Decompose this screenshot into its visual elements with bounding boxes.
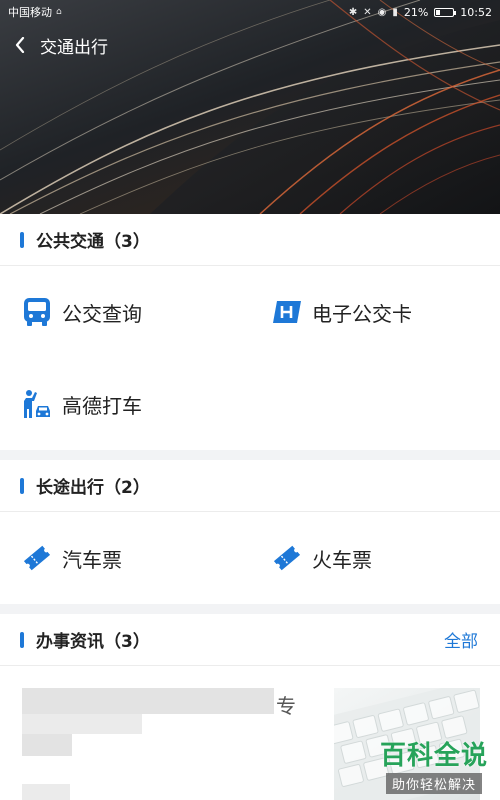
watermark-title: 百科全说 [379, 740, 488, 771]
section-accent-bar [20, 477, 24, 494]
section-header: 办事资讯（3） 全部 [0, 614, 500, 666]
item-label: 火车票 [312, 547, 372, 572]
bus-icon [22, 297, 52, 327]
battery-percent: 21% [403, 5, 429, 19]
item-label: 公交查询 [62, 301, 142, 326]
ticket-icon [22, 543, 52, 573]
signal-icon: ▮ [392, 6, 398, 18]
section-accent-bar [20, 231, 24, 248]
amap-taxi-item[interactable]: 高德打车 [0, 358, 250, 450]
section-title: 办事资讯（3） [36, 632, 150, 652]
carrier-name: 中国移动 [8, 6, 52, 19]
sim-icon: ⌂ [56, 7, 62, 17]
bluetooth-icon: ✱ [348, 6, 358, 18]
bus-ticket-item[interactable]: 汽车票 [0, 512, 250, 604]
chevron-left-icon [15, 37, 25, 53]
section-title: 公共交通（3） [36, 232, 150, 252]
headline-fragment: 专 [276, 694, 296, 718]
section-header: 公共交通（3） [0, 214, 500, 266]
section-public-transport: 公共交通（3） 公交查询 电子公交卡 高德打车 [0, 214, 500, 450]
status-bar: 中国移动 ⌂ ✱ ✕ ◉ ▮ 21% 10:52 [0, 0, 500, 24]
blurred-meta [22, 784, 70, 800]
ticket-icon [272, 543, 302, 573]
section-title: 长途出行（2） [36, 478, 150, 498]
item-label: 电子公交卡 [312, 301, 412, 326]
item-label: 汽车票 [62, 547, 122, 572]
page-title: 交通出行 [40, 37, 108, 58]
h-card-icon [272, 297, 302, 327]
bus-query-item[interactable]: 公交查询 [0, 266, 250, 358]
blurred-headline [22, 714, 142, 734]
blurred-headline [22, 688, 274, 714]
battery-icon [434, 7, 457, 17]
watermark-logo: 百科全说 助你轻松解决 [378, 738, 490, 796]
header-banner: 中国移动 ⌂ ✱ ✕ ◉ ▮ 21% 10:52 交通出行 [0, 0, 500, 214]
mute-icon: ✕ [363, 6, 372, 18]
eye-icon: ◉ [377, 6, 387, 18]
section-header: 长途出行（2） [0, 460, 500, 512]
back-button[interactable] [0, 28, 40, 62]
train-ticket-item[interactable]: 火车票 [250, 512, 500, 604]
watermark-subtitle: 助你轻松解决 [385, 772, 482, 794]
taxi-person-icon [22, 389, 52, 419]
item-label: 高德打车 [62, 393, 142, 418]
section-long-distance: 长途出行（2） 汽车票 火车票 [0, 460, 500, 604]
section-accent-bar [20, 631, 24, 648]
blurred-headline [22, 734, 72, 756]
e-bus-card-item[interactable]: 电子公交卡 [250, 266, 500, 358]
view-all-link[interactable]: 全部 [444, 627, 478, 652]
title-bar: 交通出行 [0, 28, 500, 62]
clock: 10:52 [460, 5, 492, 19]
